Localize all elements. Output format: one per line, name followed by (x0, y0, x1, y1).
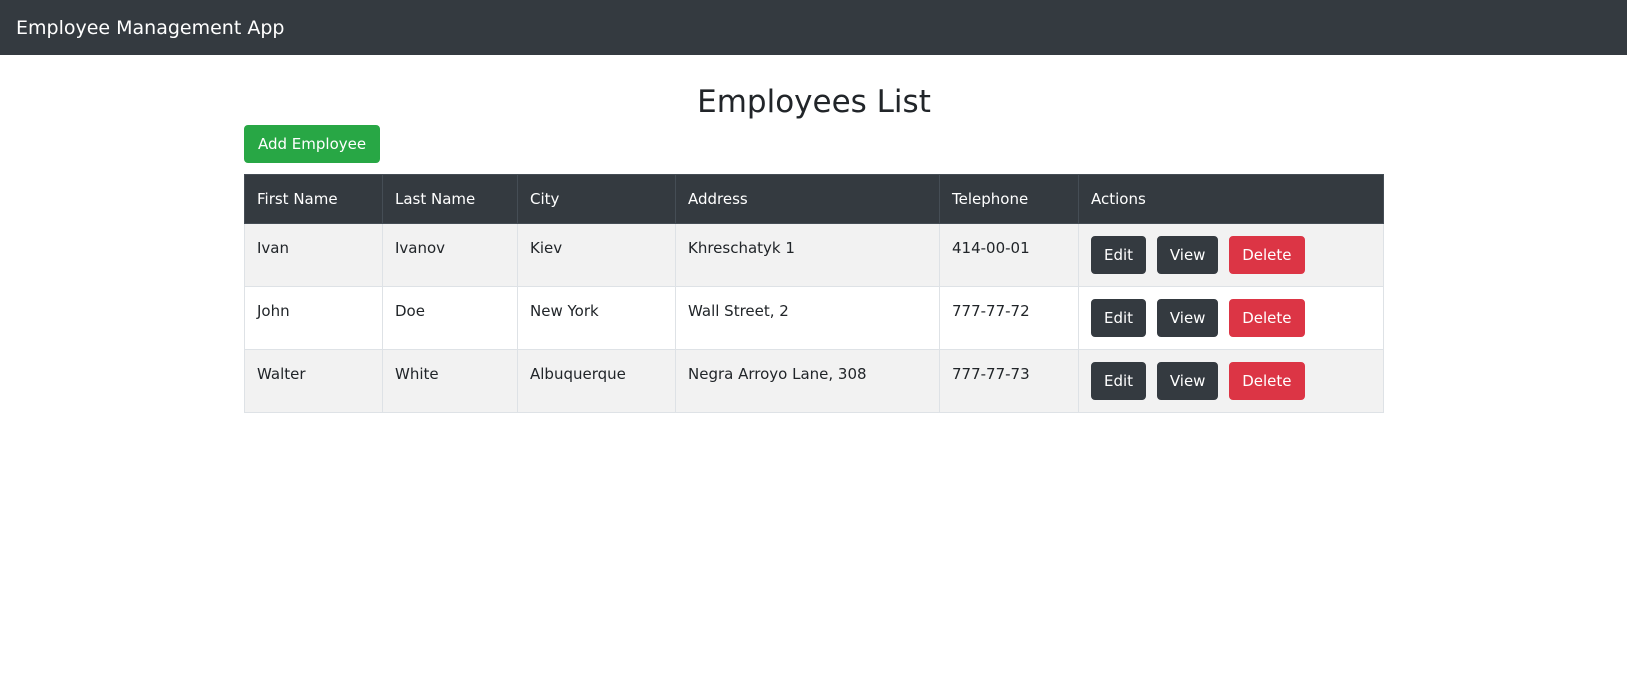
page-title: Employees List (697, 84, 931, 120)
cell-telephone: 414-00-01 (939, 223, 1079, 287)
cell-first-name: Walter (244, 349, 383, 413)
cell-first-name: Ivan (244, 223, 383, 287)
employees-table: First Name Last Name City Address Teleph… (244, 174, 1384, 413)
header-first-name: First Name (244, 174, 383, 224)
cell-actions: Edit View Delete (1078, 349, 1384, 413)
cell-address: Wall Street, 2 (675, 286, 940, 350)
brand-link[interactable]: Employee Management App (16, 17, 284, 39)
edit-button[interactable]: Edit (1091, 362, 1147, 400)
cell-actions: Edit View Delete (1078, 223, 1384, 287)
edit-button[interactable]: Edit (1091, 299, 1147, 337)
delete-button[interactable]: Delete (1229, 362, 1305, 400)
view-button[interactable]: View (1156, 362, 1219, 400)
cell-city: New York (517, 286, 676, 350)
cell-address: Negra Arroyo Lane, 308 (675, 349, 940, 413)
cell-city: Albuquerque (517, 349, 676, 413)
cell-last-name: Doe (382, 286, 518, 350)
cell-last-name: Ivanov (382, 223, 518, 287)
edit-button[interactable]: Edit (1091, 236, 1147, 274)
table-row: Ivan Ivanov Kiev Khreschatyk 1 414-00-01… (244, 223, 1384, 287)
main-container: Employees List Add Employee First Name L… (244, 55, 1384, 413)
header-city: City (517, 174, 676, 224)
header-actions: Actions (1078, 174, 1384, 224)
header-address: Address (675, 174, 940, 224)
header-telephone: Telephone (939, 174, 1079, 224)
cell-actions: Edit View Delete (1078, 286, 1384, 350)
delete-button[interactable]: Delete (1229, 236, 1305, 274)
table-row: Walter White Albuquerque Negra Arroyo La… (244, 349, 1384, 413)
view-button[interactable]: View (1156, 299, 1219, 337)
header-row: First Name Last Name City Address Teleph… (244, 174, 1384, 224)
cell-first-name: John (244, 286, 383, 350)
add-employee-button[interactable]: Add Employee (244, 125, 381, 163)
header-last-name: Last Name (382, 174, 518, 224)
cell-city: Kiev (517, 223, 676, 287)
cell-telephone: 777-77-73 (939, 349, 1079, 413)
cell-last-name: White (382, 349, 518, 413)
delete-button[interactable]: Delete (1229, 299, 1305, 337)
table-header: First Name Last Name City Address Teleph… (244, 174, 1384, 224)
table-body: Ivan Ivanov Kiev Khreschatyk 1 414-00-01… (244, 223, 1384, 413)
cell-address: Khreschatyk 1 (675, 223, 940, 287)
table-row: John Doe New York Wall Street, 2 777-77-… (244, 286, 1384, 350)
view-button[interactable]: View (1156, 236, 1219, 274)
cell-telephone: 777-77-72 (939, 286, 1079, 350)
navbar: Employee Management App (0, 0, 1627, 55)
